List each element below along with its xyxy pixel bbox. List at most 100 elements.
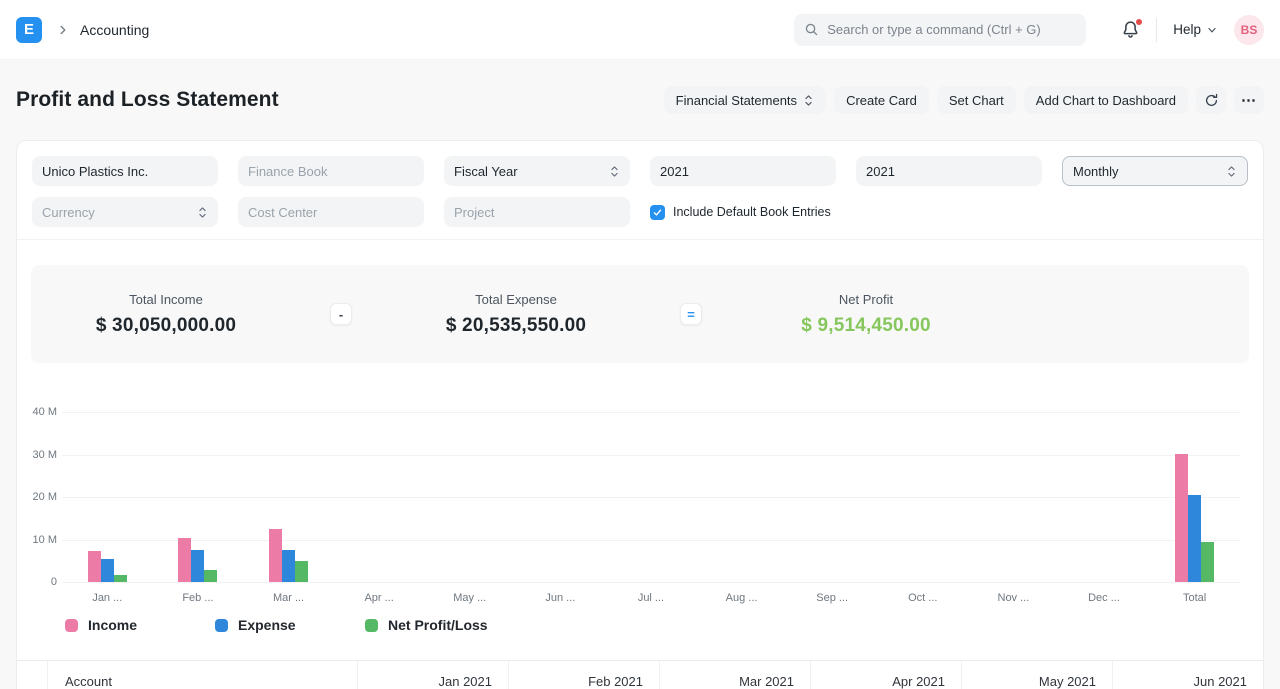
notifications-button[interactable] bbox=[1121, 19, 1143, 39]
bar-group-apr[interactable] bbox=[334, 412, 425, 582]
filter-company[interactable]: Unico Plastics Inc. bbox=[32, 156, 218, 186]
bar-group-may[interactable] bbox=[424, 412, 515, 582]
bar-group-mar[interactable] bbox=[243, 412, 334, 582]
x-tick-label: Jan ... bbox=[92, 592, 123, 604]
global-search[interactable] bbox=[794, 13, 1087, 46]
filter-from-fiscal-year[interactable]: 2021 bbox=[650, 156, 836, 186]
filter-currency[interactable]: Currency bbox=[32, 197, 218, 227]
refresh-icon bbox=[1205, 93, 1217, 106]
gridline bbox=[62, 582, 1240, 583]
total-expense-label: Total Expense bbox=[475, 291, 557, 307]
page-actions: Financial Statements Create Card Set Cha… bbox=[663, 86, 1264, 114]
app-logo-icon[interactable]: E bbox=[16, 16, 42, 43]
bar-net-profit-loss[interactable] bbox=[295, 561, 309, 582]
bar-net-profit-loss[interactable] bbox=[1201, 541, 1215, 582]
bar-expense[interactable] bbox=[282, 549, 296, 582]
bar-net-profit-loss[interactable] bbox=[204, 569, 218, 582]
x-tick-label: Oct ... bbox=[908, 592, 938, 604]
bar-group-aug[interactable] bbox=[696, 412, 787, 582]
total-income-stat: Total Income $ 30,050,000.00 bbox=[31, 292, 301, 337]
column-header-jun-2021[interactable]: Jun 2021 bbox=[1113, 661, 1263, 689]
column-header-jan-2021[interactable]: Jan 2021 bbox=[358, 661, 509, 689]
notification-dot bbox=[1136, 19, 1143, 25]
column-header-mar-2021[interactable]: Mar 2021 bbox=[660, 661, 811, 689]
y-tick-label: 0 bbox=[50, 576, 57, 588]
bar-group-oct[interactable] bbox=[877, 412, 968, 582]
bar-group-sep[interactable] bbox=[787, 412, 878, 582]
bar-income[interactable] bbox=[178, 537, 192, 582]
net-profit-value: $ 9,514,450.00 bbox=[801, 314, 931, 336]
legend-item-income[interactable]: Income bbox=[65, 617, 215, 633]
select-caret-icon bbox=[1228, 165, 1235, 177]
legend-item-expense[interactable]: Expense bbox=[215, 617, 365, 633]
bar-net-profit-loss[interactable] bbox=[113, 574, 127, 582]
help-menu[interactable]: Help bbox=[1173, 22, 1218, 37]
bar-expense[interactable] bbox=[191, 550, 205, 582]
x-tick-label: Feb ... bbox=[182, 592, 214, 604]
navbar: E Accounting Help BS bbox=[0, 0, 1280, 60]
bar-group-dec[interactable] bbox=[1059, 412, 1150, 582]
add-chart-to-dashboard-button[interactable]: Add Chart to Dashboard bbox=[1023, 86, 1188, 114]
column-header-apr-2021[interactable]: Apr 2021 bbox=[811, 661, 962, 689]
total-income-value: $ 30,050,000.00 bbox=[95, 314, 237, 336]
total-income-label: Total Income bbox=[129, 291, 203, 307]
page-title: Profit and Loss Statement bbox=[16, 88, 279, 111]
legend-swatch-icon bbox=[65, 618, 78, 632]
x-tick-label: Aug ... bbox=[725, 592, 758, 604]
search-icon bbox=[804, 22, 819, 37]
total-expense-value: $ 20,535,550.00 bbox=[445, 314, 587, 336]
menu-button[interactable]: ⋯ bbox=[1234, 86, 1264, 114]
chevron-down-icon bbox=[1208, 27, 1216, 32]
net-profit-stat: Net Profit $ 9,514,450.00 bbox=[731, 292, 1001, 337]
column-header-account[interactable]: Account bbox=[48, 661, 358, 689]
bar-expense[interactable] bbox=[100, 558, 114, 582]
filter-period-basis[interactable]: Fiscal Year bbox=[444, 156, 630, 186]
report-table-header: Account Jan 2021 Feb 2021 Mar 2021 Apr 2021 M… bbox=[17, 660, 1263, 689]
bar-group-jan[interactable] bbox=[62, 412, 153, 582]
bar-group-jun[interactable] bbox=[515, 412, 606, 582]
equals-operator-icon: = bbox=[680, 303, 702, 325]
legend-swatch-icon bbox=[365, 618, 378, 632]
x-tick-label: Jul ... bbox=[637, 592, 665, 604]
x-tick-label: Dec ... bbox=[1088, 592, 1120, 604]
nav-divider bbox=[1156, 17, 1158, 42]
x-tick-label: Jun ... bbox=[545, 592, 576, 604]
legend-item-net-profit-loss[interactable]: Net Profit/Loss bbox=[365, 617, 515, 633]
bar-income[interactable] bbox=[1175, 454, 1189, 582]
total-expense-stat: Total Expense $ 20,535,550.00 bbox=[381, 292, 651, 337]
filter-finance-book[interactable]: Finance Book bbox=[238, 156, 424, 186]
refresh-button[interactable] bbox=[1196, 86, 1226, 114]
y-tick-label: 20 M bbox=[32, 491, 57, 503]
bar-income[interactable] bbox=[269, 529, 283, 582]
select-caret-icon bbox=[199, 206, 206, 218]
set-chart-button[interactable]: Set Chart bbox=[936, 86, 1016, 114]
avatar[interactable]: BS bbox=[1234, 14, 1264, 45]
filter-cost-center[interactable]: Cost Center bbox=[238, 197, 424, 227]
bar-group-total[interactable] bbox=[1149, 412, 1240, 582]
bar-group-jul[interactable] bbox=[606, 412, 697, 582]
column-header-feb-2021[interactable]: Feb 2021 bbox=[509, 661, 660, 689]
x-tick-label: Nov ... bbox=[997, 592, 1030, 604]
net-profit-label: Net Profit bbox=[838, 291, 894, 307]
y-tick-label: 40 M bbox=[32, 406, 57, 418]
search-input[interactable] bbox=[827, 22, 1077, 37]
breadcrumb[interactable]: Accounting bbox=[80, 22, 149, 38]
checkbox-check-icon bbox=[650, 204, 665, 220]
bar-group-feb[interactable] bbox=[153, 412, 244, 582]
x-tick-label: Total bbox=[1182, 592, 1207, 604]
filter-periodicity[interactable]: Monthly bbox=[1062, 156, 1248, 186]
chart-legend: Income Expense Net Profit/Loss bbox=[65, 617, 1263, 633]
create-card-button[interactable]: Create Card bbox=[834, 86, 929, 114]
ellipsis-icon: ⋯ bbox=[1241, 91, 1257, 109]
bar-group-nov[interactable] bbox=[968, 412, 1059, 582]
minus-operator-icon: - bbox=[330, 303, 352, 325]
include-default-book-entries-checkbox[interactable]: Include Default Book Entries bbox=[650, 197, 836, 227]
report-select-button[interactable]: Financial Statements bbox=[663, 86, 827, 114]
summary-strip: Total Income $ 30,050,000.00 - Total Exp… bbox=[31, 265, 1249, 363]
bar-income[interactable] bbox=[87, 551, 101, 582]
filter-project[interactable]: Project bbox=[444, 197, 630, 227]
filter-to-fiscal-year[interactable]: 2021 bbox=[856, 156, 1042, 186]
bars-area bbox=[62, 412, 1240, 582]
column-header-may-2021[interactable]: May 2021 bbox=[962, 661, 1113, 689]
bar-expense[interactable] bbox=[1188, 494, 1202, 582]
